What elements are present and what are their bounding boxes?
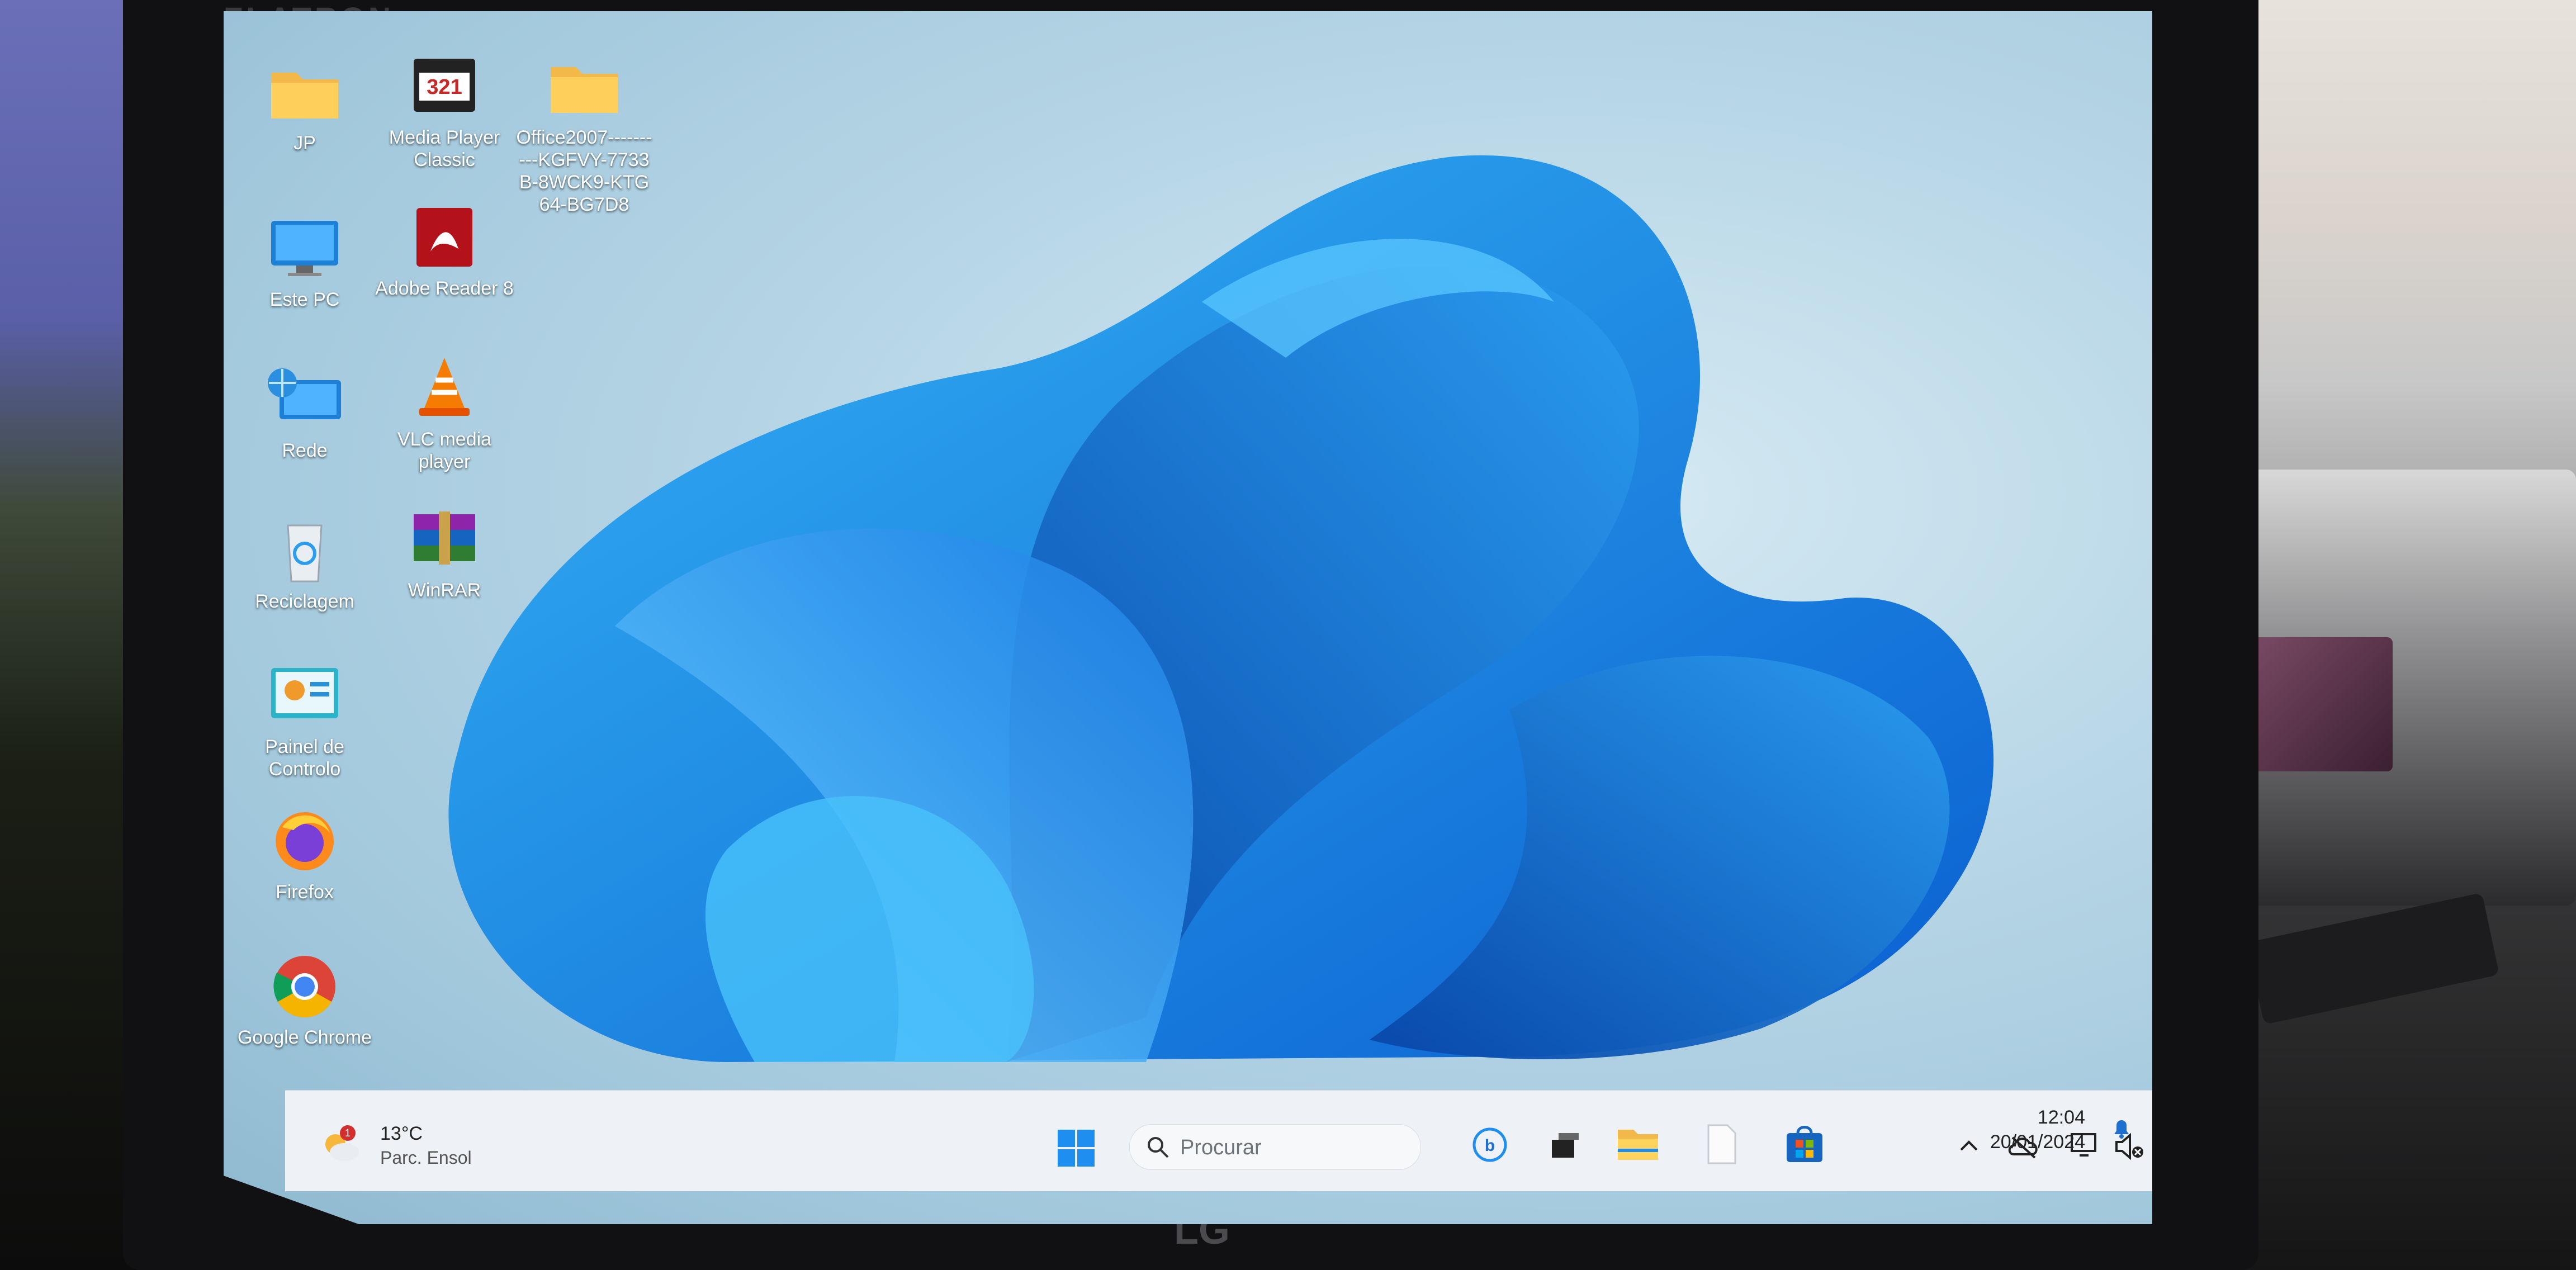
desktop-icon-label: Office2007----------KGFVY-7733B-8WCK9-KT…	[516, 127, 652, 215]
svg-text:321: 321	[427, 75, 462, 99]
store-button[interactable]	[1783, 1123, 1826, 1168]
desktop-icon-reciclagem[interactable]: Reciclagem	[235, 514, 375, 613]
computer-icon	[271, 221, 338, 276]
task-view-button[interactable]	[1549, 1129, 1582, 1165]
control-panel-icon	[271, 668, 338, 718]
desktop-icon-label: Media Player Classic	[389, 127, 500, 170]
desktop-screen: JP Este PC Rede Reciclagem Painel de Con…	[224, 11, 2152, 1224]
start-button[interactable]	[1057, 1129, 1096, 1171]
clock[interactable]: 12:04 20/01/2024	[1957, 1105, 2085, 1154]
weather-widget[interactable]: 1 13°C Parc. Ensol	[319, 1123, 472, 1171]
notepad-button[interactable]	[1705, 1123, 1739, 1168]
svg-text:b: b	[1485, 1136, 1495, 1155]
desktop-icon-label: Adobe Reader 8	[375, 278, 514, 299]
clock-date: 20/01/2024	[1990, 1131, 2085, 1153]
weather-sun-cloud-icon: 1	[325, 1125, 359, 1161]
bing-button[interactable]: b	[1470, 1125, 1509, 1167]
firefox-icon	[276, 812, 334, 870]
clock-time: 12:04	[2037, 1107, 2085, 1128]
desktop-icon-este-pc[interactable]: Este PC	[235, 212, 375, 311]
desktop-icon-label: Este PC	[269, 289, 340, 310]
bing-icon: b	[1472, 1127, 1507, 1162]
notifications-button[interactable]	[2108, 1114, 2135, 1145]
taskbar: 1 13°C Parc. Ensol Procurar b 12:04 20/0…	[285, 1090, 2152, 1191]
desktop-icon-media-player-classic[interactable]: 321 Media Player Classic	[375, 50, 514, 171]
file-explorer-button[interactable]	[1616, 1124, 1660, 1166]
desktop-icon-label: Google Chrome	[237, 1027, 372, 1048]
desktop-icon-label: VLC media player	[397, 429, 492, 472]
folder-icon	[271, 73, 338, 119]
desktop-icon-rede[interactable]: Rede	[235, 363, 375, 462]
start-icon	[1058, 1130, 1095, 1167]
winrar-icon	[414, 511, 475, 565]
search-placeholder: Procurar	[1180, 1136, 1262, 1159]
search-icon	[1148, 1137, 1169, 1158]
taskbar-search-box[interactable]: Procurar	[1129, 1124, 1421, 1170]
recycle-bin-icon	[287, 524, 323, 582]
network-icon	[268, 368, 341, 419]
desktop-icon-label: Painel de Controlo	[265, 736, 344, 780]
desktop-icon-label: Rede	[282, 440, 328, 461]
desktop-icon-label: WinRAR	[408, 580, 481, 601]
printer-window	[2247, 637, 2393, 771]
desktop-icon-office2007[interactable]: Office2007----------KGFVY-7733B-8WCK9-KT…	[514, 50, 654, 216]
vlc-icon	[419, 358, 470, 416]
desktop-icon-firefox[interactable]: Firefox	[235, 805, 375, 903]
bell-icon	[2114, 1120, 2129, 1139]
desktop-icon-google-chrome[interactable]: Google Chrome	[235, 950, 375, 1049]
desktop-icon-label: Reciclagem	[255, 591, 354, 612]
chrome-icon	[273, 956, 335, 1018]
desktop-icon-winrar[interactable]: WinRAR	[375, 503, 514, 601]
desktop-icon-painel-de-controlo[interactable]: Painel de Controlo	[235, 660, 375, 780]
notepad-icon	[1707, 1124, 1736, 1164]
weather-badge: 1	[345, 1127, 351, 1139]
adobe-reader-icon	[416, 208, 472, 267]
weather-temperature: 13°C	[380, 1123, 423, 1144]
store-icon	[1787, 1126, 1822, 1162]
folder-icon	[551, 67, 618, 113]
desktop-icon-label: Firefox	[276, 882, 334, 903]
task-view-icon	[1552, 1133, 1579, 1158]
media-player-classic-icon: 321	[414, 59, 475, 112]
desktop-icon-adobe-reader[interactable]: Adobe Reader 8	[375, 201, 514, 300]
file-explorer-icon	[1618, 1130, 1658, 1160]
desktop-icon-label: JP	[293, 132, 316, 154]
desktop-icon-vlc[interactable]: VLC media player	[375, 352, 514, 473]
wallpaper-bloom	[448, 155, 1994, 1062]
weather-condition: Parc. Ensol	[380, 1148, 472, 1168]
desktop-icon-jp[interactable]: JP	[235, 56, 375, 154]
